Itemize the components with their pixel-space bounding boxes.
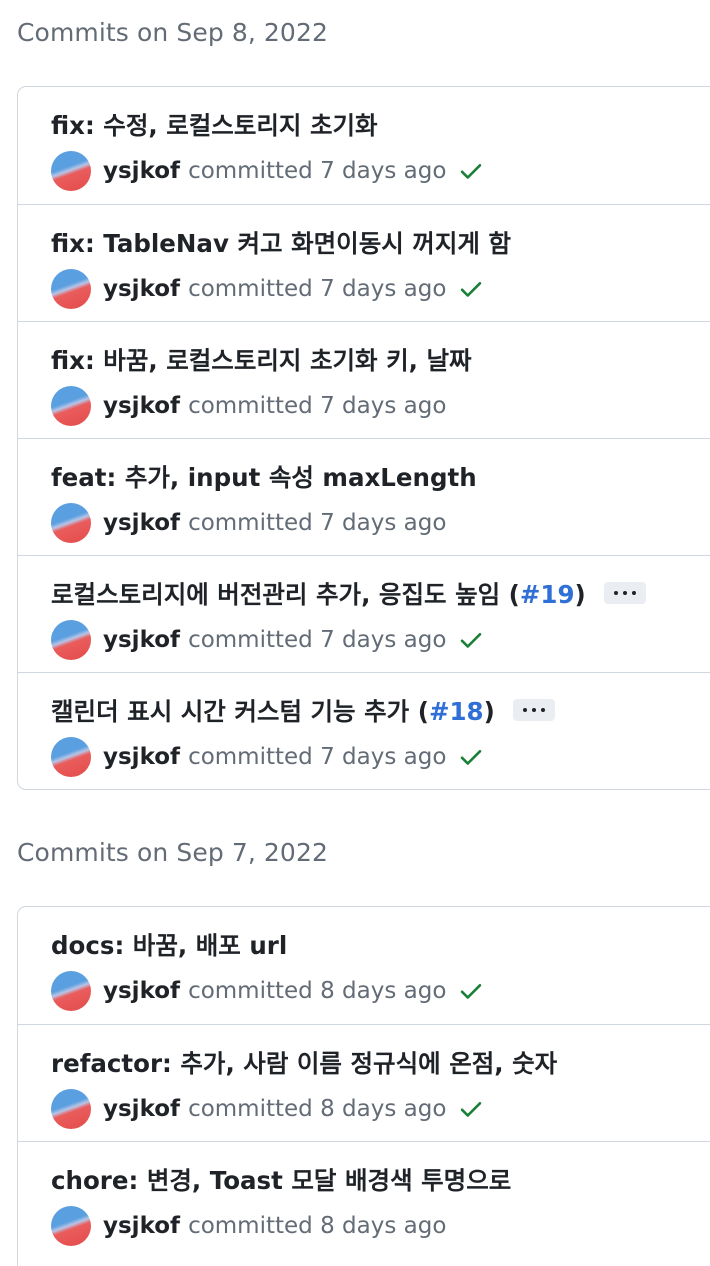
check-icon[interactable]: [458, 744, 484, 770]
commit-meta: ysjkof committed 7 days ago: [51, 503, 446, 543]
commit-title[interactable]: fix: 바꿈, 로컬스토리지 초기화 키, 날짜: [51, 346, 472, 375]
commit-list: fix: 수정, 로컬스토리지 초기화 ysjkof committed 7 d…: [17, 86, 710, 790]
commit-time: committed 8 days ago: [188, 1213, 447, 1239]
avatar[interactable]: [51, 503, 91, 543]
commit-link[interactable]: fix: TableNav 켜고 화면이동시 꺼지게 함: [51, 229, 511, 258]
title-paren: ): [574, 580, 586, 609]
commit-row: docs: 바꿈, 배포 url ysjkof committed 8 days…: [18, 907, 710, 1024]
commit-meta: ysjkof committed 7 days ago: [51, 386, 446, 426]
commit-row: fix: TableNav 켜고 화면이동시 꺼지게 함 ysjkof comm…: [18, 204, 710, 321]
commit-meta: ysjkof committed 8 days ago: [51, 1089, 484, 1129]
author-name[interactable]: ysjkof: [103, 158, 180, 184]
commit-link[interactable]: docs: 바꿈, 배포 url: [51, 931, 287, 960]
commit-title[interactable]: refactor: 추가, 사람 이름 정규식에 온점, 숫자: [51, 1049, 557, 1078]
commit-time: committed 8 days ago: [188, 978, 447, 1004]
expand-button[interactable]: [512, 699, 555, 721]
commit-row: 로컬스토리지에 버전관리 추가, 응집도 높임 (#19) ysjkof com…: [18, 555, 710, 672]
commit-title[interactable]: chore: 변경, Toast 모달 배경색 투명으로: [51, 1166, 511, 1195]
avatar[interactable]: [51, 269, 91, 309]
commit-meta: ysjkof committed 8 days ago: [51, 1206, 446, 1246]
commit-time: committed 7 days ago: [188, 276, 447, 302]
commit-meta: ysjkof committed 7 days ago: [51, 737, 484, 777]
check-icon[interactable]: [458, 158, 484, 184]
avatar[interactable]: [51, 620, 91, 660]
author-name[interactable]: ysjkof: [103, 1213, 180, 1239]
commit-row: fix: 바꿈, 로컬스토리지 초기화 키, 날짜 ysjkof committ…: [18, 321, 710, 438]
check-icon[interactable]: [458, 1096, 484, 1122]
commit-row: chore: 변경, Toast 모달 배경색 투명으로 ysjkof comm…: [18, 1141, 710, 1258]
author-name[interactable]: ysjkof: [103, 276, 180, 302]
commit-time: committed 7 days ago: [188, 627, 447, 653]
commit-meta: ysjkof committed 7 days ago: [51, 151, 484, 191]
author-name[interactable]: ysjkof: [103, 1096, 180, 1122]
commit-title[interactable]: fix: TableNav 켜고 화면이동시 꺼지게 함: [51, 229, 511, 258]
group-header: Commits on Sep 7, 2022: [17, 840, 328, 865]
commit-link[interactable]: fix: 수정, 로컬스토리지 초기화: [51, 111, 378, 140]
avatar[interactable]: [51, 386, 91, 426]
commit-title[interactable]: docs: 바꿈, 배포 url: [51, 931, 287, 960]
commit-list: docs: 바꿈, 배포 url ysjkof committed 8 days…: [17, 906, 710, 1266]
commit-row: fix: 수정, 로컬스토리지 초기화 ysjkof committed 7 d…: [18, 87, 710, 204]
commit-link[interactable]: 로컬스토리지에 버전관리 추가, 응집도 높임 (: [51, 580, 520, 609]
author-name[interactable]: ysjkof: [103, 978, 180, 1004]
commit-title[interactable]: fix: 수정, 로컬스토리지 초기화: [51, 111, 378, 140]
commit-link[interactable]: refactor: 추가, 사람 이름 정규식에 온점, 숫자: [51, 1049, 557, 1078]
pr-link[interactable]: #19: [520, 580, 575, 609]
expand-button[interactable]: [603, 582, 646, 604]
author-name[interactable]: ysjkof: [103, 510, 180, 536]
commit-link[interactable]: chore: 변경, Toast 모달 배경색 투명으로: [51, 1166, 511, 1195]
author-name[interactable]: ysjkof: [103, 393, 180, 419]
author-name[interactable]: ysjkof: [103, 627, 180, 653]
commit-link[interactable]: fix: 바꿈, 로컬스토리지 초기화 키, 날짜: [51, 346, 472, 375]
commit-meta: ysjkof committed 8 days ago: [51, 971, 484, 1011]
check-icon[interactable]: [458, 627, 484, 653]
commit-meta: ysjkof committed 7 days ago: [51, 620, 484, 660]
commit-link[interactable]: feat: 추가, input 속성 maxLength: [51, 463, 477, 492]
avatar[interactable]: [51, 737, 91, 777]
commit-time: committed 8 days ago: [188, 1096, 447, 1122]
commit-row: feat: 추가, input 속성 maxLength ysjkof comm…: [18, 438, 710, 555]
group-header-label: Commits on Sep 7, 2022: [17, 838, 328, 867]
avatar[interactable]: [51, 1206, 91, 1246]
commit-row: 캘린더 표시 시간 커스텀 기능 추가 (#18) ysjkof committ…: [18, 672, 710, 789]
author-name[interactable]: ysjkof: [103, 744, 180, 770]
commit-title[interactable]: feat: 추가, input 속성 maxLength: [51, 463, 477, 492]
check-icon[interactable]: [458, 276, 484, 302]
group-header-label: Commits on Sep 8, 2022: [17, 18, 328, 47]
avatar[interactable]: [51, 151, 91, 191]
group-header: Commits on Sep 8, 2022: [17, 20, 328, 45]
commit-link[interactable]: 캘린더 표시 시간 커스텀 기능 추가 (: [51, 697, 429, 726]
avatar[interactable]: [51, 1089, 91, 1129]
commit-title[interactable]: 캘린더 표시 시간 커스텀 기능 추가 (#18): [51, 697, 555, 726]
pr-link[interactable]: #18: [429, 697, 484, 726]
commit-time: committed 7 days ago: [188, 510, 447, 536]
commit-time: committed 7 days ago: [188, 158, 447, 184]
commit-meta: ysjkof committed 7 days ago: [51, 269, 484, 309]
commit-time: committed 7 days ago: [188, 393, 447, 419]
commit-time: committed 7 days ago: [188, 744, 447, 770]
check-icon[interactable]: [458, 978, 484, 1004]
commit-row: refactor: 추가, 사람 이름 정규식에 온점, 숫자 ysjkof c…: [18, 1024, 710, 1141]
title-paren: ): [483, 697, 495, 726]
commit-title[interactable]: 로컬스토리지에 버전관리 추가, 응집도 높임 (#19): [51, 580, 646, 609]
avatar[interactable]: [51, 971, 91, 1011]
